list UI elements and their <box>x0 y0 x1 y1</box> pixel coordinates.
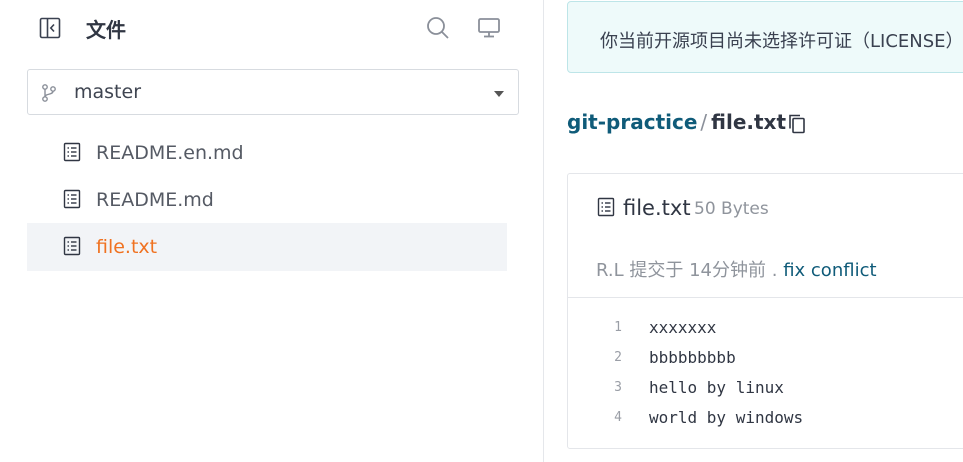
license-notice-text: 你当前开源项目尚未选择许可证（LICENSE） <box>600 31 963 52</box>
line-number[interactable]: 3 <box>606 380 622 395</box>
file-tree-item-file-txt[interactable]: file.txt <box>27 223 507 271</box>
line-number[interactable]: 4 <box>606 410 622 425</box>
monitor-icon[interactable] <box>476 15 502 41</box>
file-size: 50 Bytes <box>694 199 769 219</box>
chevron-down-icon <box>494 91 504 97</box>
sidebar-collapse-icon[interactable] <box>38 16 62 40</box>
last-commit-info: R.L 提交于 14分钟前 . fix conflict <box>596 256 877 282</box>
file-tree-item-readme-en[interactable]: README.en.md <box>27 129 507 177</box>
breadcrumb: git-practice / file.txt <box>567 110 805 140</box>
code-view: 1 xxxxxxx 2 bbbbbbbbb 3 hello by linux 4… <box>568 314 963 434</box>
line-content: xxxxxxx <box>649 318 717 337</box>
line-content: world by windows <box>649 408 804 427</box>
commit-author[interactable]: R.L <box>596 260 624 281</box>
file-icon <box>63 142 81 162</box>
breadcrumb-separator: / <box>700 110 708 134</box>
breadcrumb-repo-link[interactable]: git-practice <box>567 110 697 134</box>
code-line: 2 bbbbbbbbb <box>568 344 963 374</box>
copy-icon[interactable] <box>786 112 808 136</box>
file-tree-item-label: README.en.md <box>96 142 244 164</box>
sidebar-title: 文件 <box>86 18 126 42</box>
line-number[interactable]: 2 <box>606 350 622 365</box>
file-name: file.txt <box>623 196 691 220</box>
license-notice: 你当前开源项目尚未选择许可证（LICENSE） <box>567 1 963 73</box>
file-tree-item-readme[interactable]: README.md <box>27 176 507 224</box>
branch-label: master <box>74 81 142 103</box>
code-line: 4 world by windows <box>568 404 963 434</box>
branch-select[interactable]: master <box>27 69 519 115</box>
line-number[interactable]: 1 <box>606 320 622 335</box>
file-sidebar: 文件 master README.en.md README.md file.tx… <box>0 0 544 462</box>
file-tree-item-label: file.txt <box>96 236 158 258</box>
commit-dot: . <box>771 260 778 281</box>
line-content: bbbbbbbbb <box>649 348 736 367</box>
line-content: hello by linux <box>649 378 784 397</box>
commit-action: 提交于 <box>629 260 684 281</box>
file-viewer: file.txt 50 Bytes R.L 提交于 14分钟前 . fix co… <box>567 173 963 449</box>
search-icon[interactable] <box>425 15 451 41</box>
commit-message-link[interactable]: fix conflict <box>783 260 876 281</box>
file-viewer-header: file.txt 50 Bytes R.L 提交于 14分钟前 . fix co… <box>568 174 963 298</box>
commit-time: 14分钟前 <box>689 260 766 281</box>
code-line: 1 xxxxxxx <box>568 314 963 344</box>
branch-icon <box>40 83 58 103</box>
code-line: 3 hello by linux <box>568 374 963 404</box>
file-icon <box>63 189 81 209</box>
sidebar-header: 文件 <box>0 0 544 56</box>
breadcrumb-file: file.txt <box>711 110 787 134</box>
file-icon <box>597 197 615 217</box>
file-tree-item-label: README.md <box>96 189 214 211</box>
file-icon <box>63 236 81 256</box>
